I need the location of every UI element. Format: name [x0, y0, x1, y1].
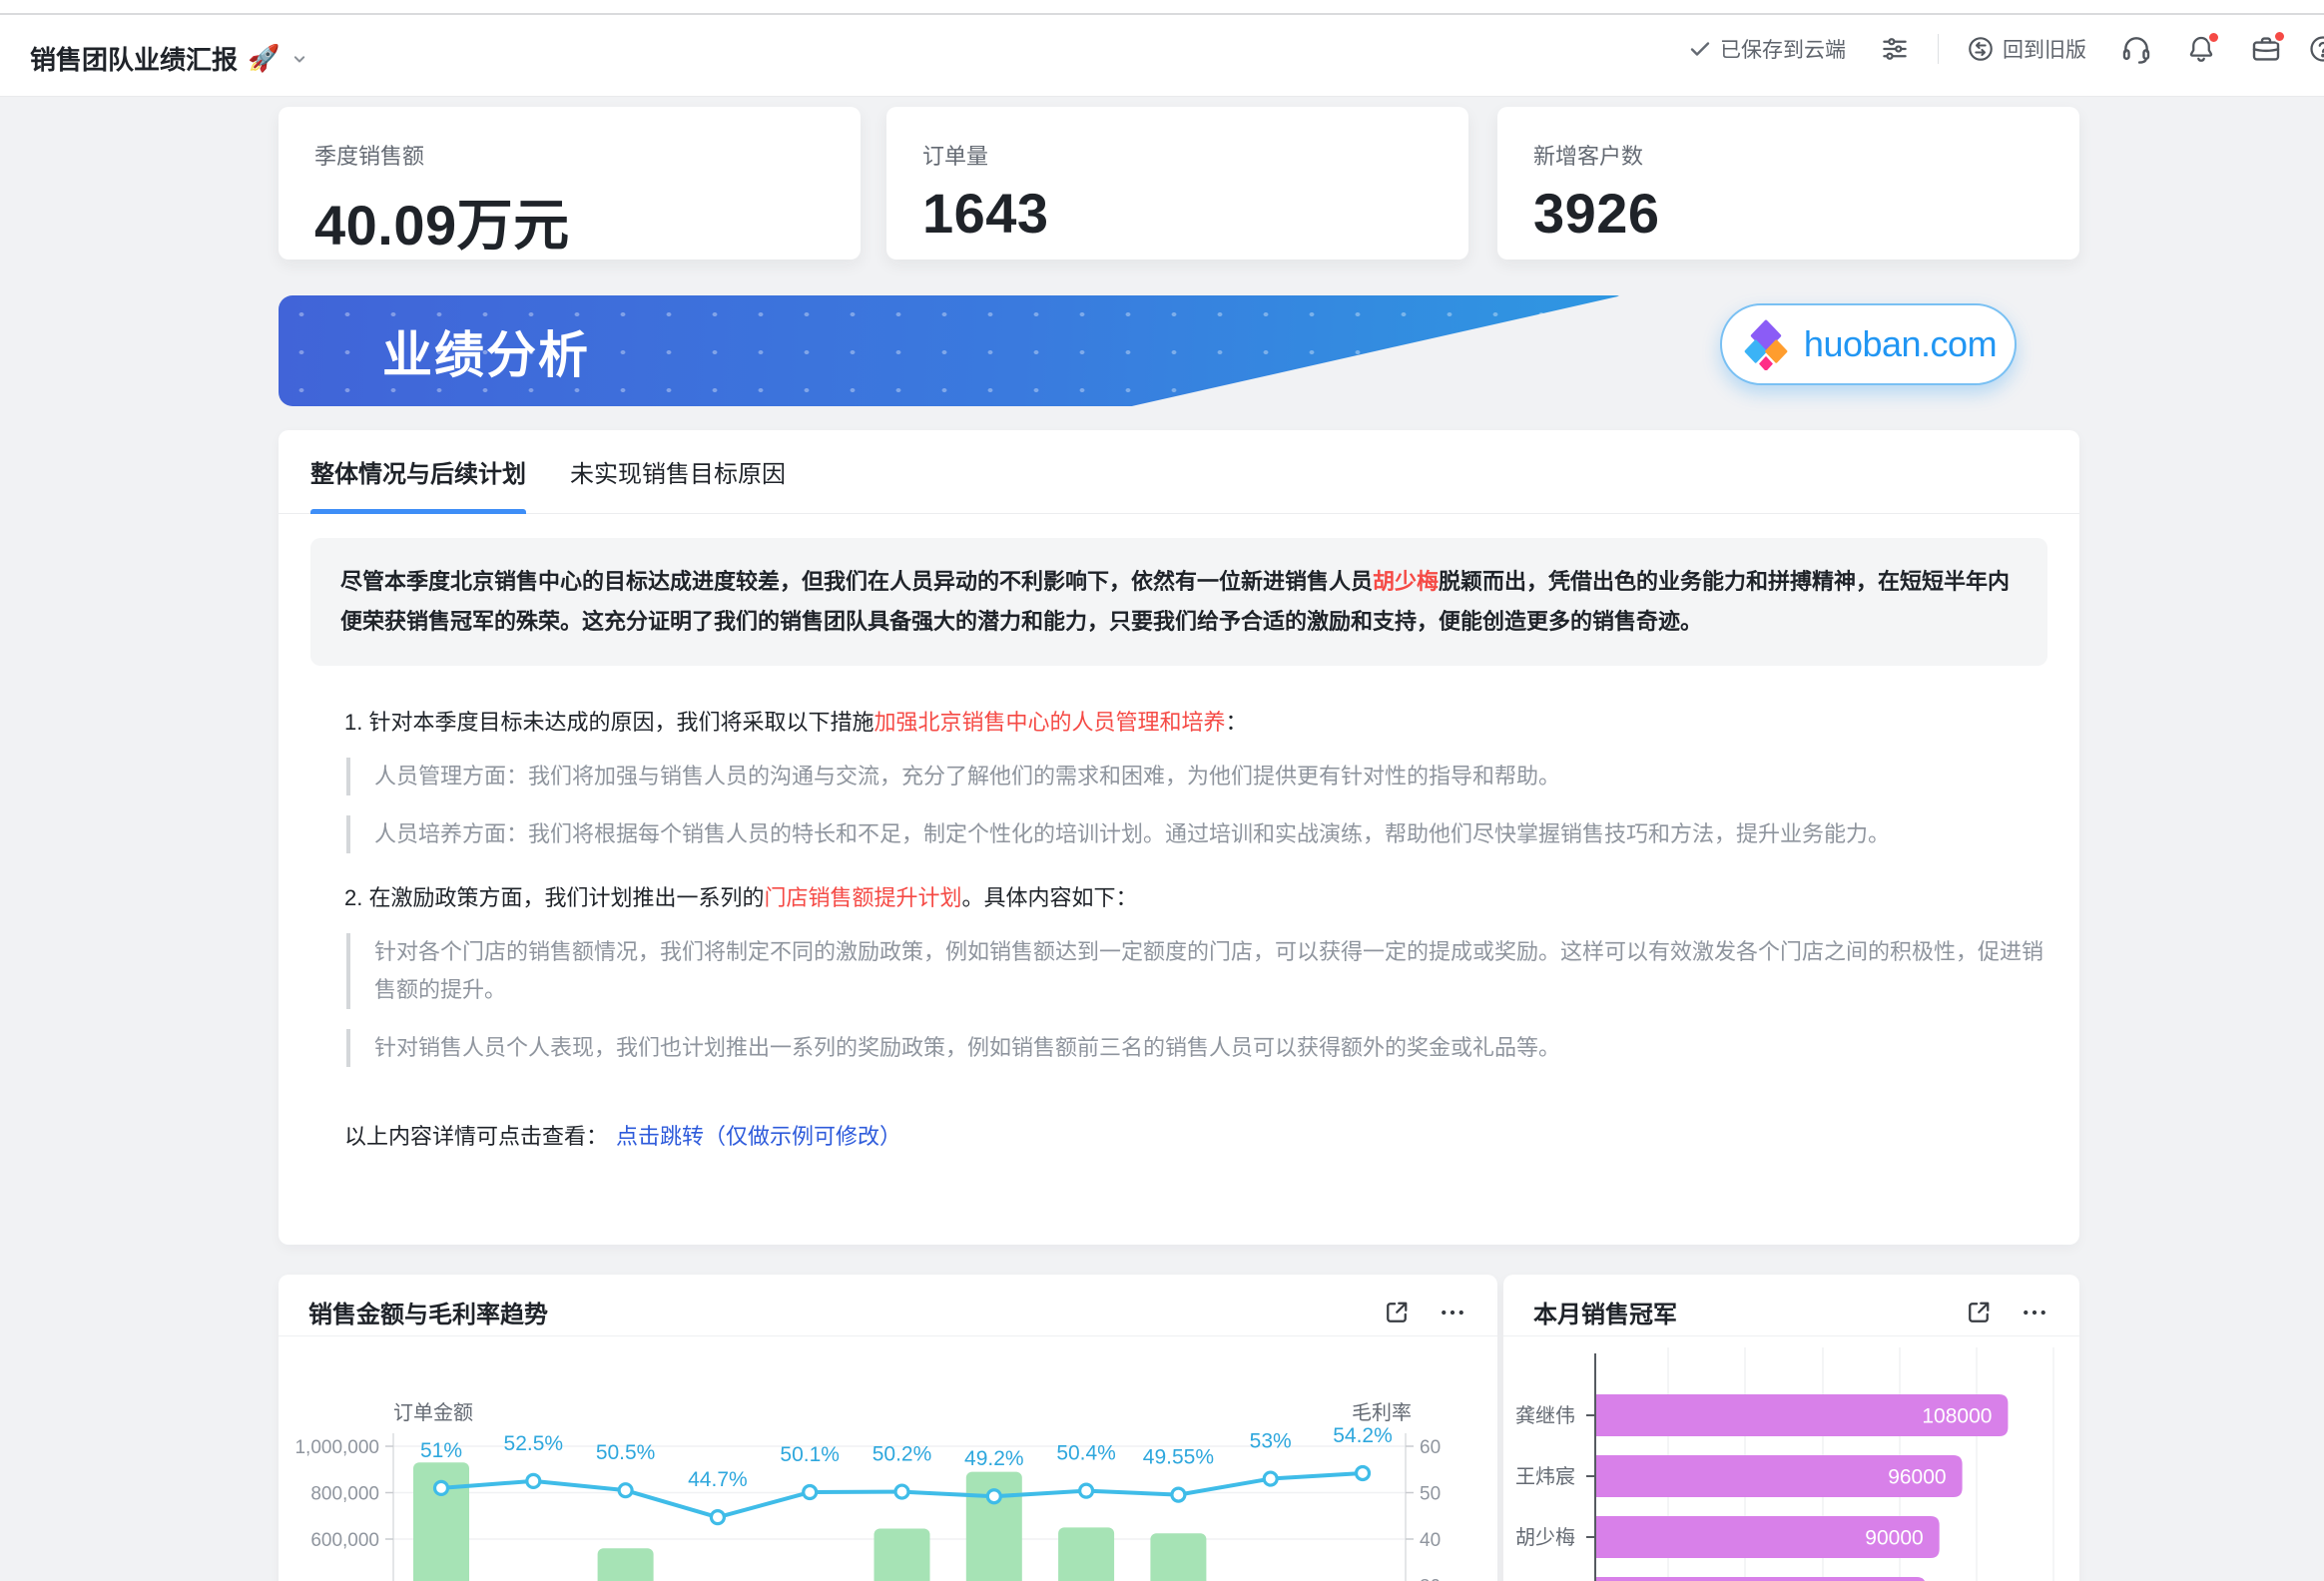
stat-label: 订单量: [922, 139, 1433, 171]
section-banner: 业绩分析: [279, 295, 1622, 406]
list-item-2: 2. 在激励政策方面，我们计划推出一系列的门店销售额提升计划。具体内容如下：: [344, 881, 2047, 915]
svg-text:50.5%: 50.5%: [596, 1441, 656, 1464]
svg-text:53%: 53%: [1250, 1430, 1292, 1453]
quote-block: 人员培养方面：我们将根据每个销售人员的特长和不足，制定个性化的培训计划。通过培训…: [346, 815, 2047, 853]
toolbar-divider: [1938, 34, 1939, 64]
svg-text:52.5%: 52.5%: [504, 1432, 564, 1455]
restore-icon: [1967, 35, 1995, 63]
report-body: 尽管本季度北京销售中心的目标达成进度较差，但我们在人员异动的不利影响下，依然有一…: [279, 514, 2079, 1151]
svg-text:108000: 108000: [1922, 1405, 1992, 1428]
stat-card-new-customers: 新增客户数 3926: [1497, 107, 2079, 260]
intro-text: 尽管本季度北京销售中心的目标达成进度较差，但我们在人员异动的不利影响下，依然有一…: [340, 569, 1373, 594]
banner-title: 业绩分析: [382, 315, 590, 387]
back-to-old-label: 回到旧版: [2003, 34, 2086, 64]
saved-status-label: 已保存到云端: [1720, 34, 1846, 64]
rank-chart-card: 本月销售冠军 龚继伟 108000 王炜宸 96000 胡少梅 90000: [1503, 1275, 2079, 1581]
item2-highlight: 门店销售额提升计划: [764, 885, 961, 910]
huoban-logo-text: huoban.com: [1804, 323, 1997, 365]
topbar: 销售团队业绩汇报 🚀 已保存到云端: [0, 0, 2324, 97]
chart-header: 本月销售冠军: [1503, 1275, 2079, 1336]
svg-text:40: 40: [1420, 1530, 1441, 1551]
svg-text:54.2%: 54.2%: [1333, 1424, 1393, 1447]
tab-label: 未实现销售目标原因: [570, 454, 786, 489]
footer-text: 以上内容详情可点击查看：: [344, 1119, 608, 1151]
trend-chart-plot: 订单金额 毛利率 1,000,000 800,000 600,000 60 50 40 30 51…: [279, 1347, 1497, 1581]
help-icon[interactable]: [2308, 34, 2324, 64]
stat-value: 40.09万元: [314, 181, 825, 262]
trend-chart-card: 销售金额与毛利率趋势 订单金额 毛利率 1,000,000 800,000 600,00…: [279, 1275, 1497, 1581]
svg-text:50.2%: 50.2%: [872, 1443, 932, 1466]
svg-text:50: 50: [1420, 1484, 1441, 1505]
tab-overall-plan[interactable]: 整体情况与后续计划: [310, 430, 526, 514]
more-icon[interactable]: [1438, 1298, 1467, 1327]
measures-list: 1. 针对本季度目标未达成的原因，我们将采取以下措施加强北京销售中心的人员管理和…: [310, 706, 2047, 1151]
svg-text:胡少梅: 胡少梅: [1515, 1526, 1575, 1549]
chevron-down-icon: [290, 49, 309, 69]
svg-text:800,000: 800,000: [310, 1484, 379, 1505]
more-icon[interactable]: [2020, 1298, 2049, 1327]
back-to-old-version-button[interactable]: 回到旧版: [1967, 34, 2086, 64]
rocket-emoji-icon: 🚀: [248, 43, 280, 74]
huoban-logo-badge[interactable]: huoban.com: [1720, 303, 2017, 385]
stat-card-quarter-sales: 季度销售额 40.09万元: [279, 107, 861, 260]
open-in-new-icon[interactable]: [1964, 1298, 1994, 1327]
check-icon: [1688, 37, 1712, 61]
svg-text:50.4%: 50.4%: [1056, 1442, 1116, 1465]
stat-value: 1643: [922, 181, 1433, 246]
stat-label: 季度销售额: [314, 139, 825, 171]
report-title-menu[interactable]: 销售团队业绩汇报 🚀: [30, 40, 309, 77]
tab-missed-target-reasons[interactable]: 未实现销售目标原因: [570, 430, 786, 514]
jump-link[interactable]: 点击跳转（仅做示例可修改）: [616, 1119, 901, 1151]
quote-text: 人员培养方面：我们将根据每个销售人员的特长和不足，制定个性化的培训计划。通过培训…: [374, 821, 1890, 846]
stat-card-orders: 订单量 1643: [886, 107, 1468, 260]
huoban-diamond-logo-icon: [1740, 318, 1792, 370]
notification-badge: [2207, 31, 2220, 44]
rank-chart-plot: 龚继伟 108000 王炜宸 96000 胡少梅 90000: [1503, 1347, 2079, 1581]
stat-label: 新增客户数: [1533, 139, 2043, 171]
list-item-1: 1. 针对本季度目标未达成的原因，我们将采取以下措施加强北京销售中心的人员管理和…: [344, 706, 2047, 740]
filter-settings-icon[interactable]: [1880, 34, 1910, 64]
svg-text:毛利率: 毛利率: [1352, 1401, 1412, 1424]
quote-block: 针对销售人员个人表现，我们也计划推出一系列的奖励政策，例如销售额前三名的销售人员…: [346, 1029, 2047, 1067]
workspace-badge: [2273, 30, 2286, 43]
svg-text:订单金额: 订单金额: [393, 1401, 473, 1424]
active-tab-underline: [310, 509, 526, 514]
quote-block: 针对各个门店的销售额情况，我们将制定不同的激励政策，例如销售额达到一定额度的门店…: [346, 933, 2047, 1009]
tab-label: 整体情况与后续计划: [310, 454, 526, 489]
notifications-bell-icon[interactable]: [2186, 34, 2216, 64]
intro-highlight-box: 尽管本季度北京销售中心的目标达成进度较差，但我们在人员异动的不利影响下，依然有一…: [310, 538, 2047, 666]
svg-text:1,000,000: 1,000,000: [294, 1437, 379, 1458]
page-title: 销售团队业绩汇报: [30, 40, 238, 77]
svg-text:96000: 96000: [1888, 1466, 1946, 1489]
quote-block: 人员管理方面：我们将加强与销售人员的沟通与交流，充分了解他们的需求和困难，为他们…: [346, 758, 2047, 795]
tabs-row: 整体情况与后续计划 未实现销售目标原因: [279, 430, 2079, 514]
support-headset-icon[interactable]: [2120, 33, 2152, 65]
item1-highlight: 加强北京销售中心的人员管理和培养: [873, 710, 1225, 735]
report-footer: 以上内容详情可点击查看： 点击跳转（仅做示例可修改）: [344, 1119, 2047, 1151]
saved-status: 已保存到云端: [1688, 34, 1846, 64]
svg-text:龚继伟: 龚继伟: [1515, 1404, 1575, 1427]
svg-text:49.2%: 49.2%: [964, 1447, 1024, 1470]
svg-text:50.1%: 50.1%: [780, 1443, 840, 1466]
svg-text:44.7%: 44.7%: [688, 1468, 748, 1491]
svg-text:51%: 51%: [420, 1439, 462, 1462]
chart-header: 销售金额与毛利率趋势: [279, 1275, 1497, 1336]
svg-text:49.55%: 49.55%: [1143, 1446, 1214, 1469]
open-in-new-icon[interactable]: [1382, 1298, 1412, 1327]
quote-text: 人员管理方面：我们将加强与销售人员的沟通与交流，充分了解他们的需求和困难，为他们…: [374, 764, 1560, 789]
chart-title: 销售金额与毛利率趋势: [308, 1281, 1382, 1329]
intro-highlight-name: 胡少梅: [1373, 569, 1439, 594]
chart-title: 本月销售冠军: [1533, 1281, 1964, 1329]
svg-text:30: 30: [1420, 1577, 1441, 1581]
svg-text:王炜宸: 王炜宸: [1515, 1465, 1575, 1488]
workspace-briefcase-icon[interactable]: [2250, 33, 2282, 65]
svg-text:60: 60: [1420, 1437, 1441, 1458]
quote-text: 针对销售人员个人表现，我们也计划推出一系列的奖励政策，例如销售额前三名的销售人员…: [374, 1035, 1560, 1060]
svg-text:90000: 90000: [1865, 1527, 1923, 1550]
stat-value: 3926: [1533, 181, 2043, 246]
quote-text: 针对各个门店的销售额情况，我们将制定不同的激励政策，例如销售额达到一定额度的门店…: [374, 939, 2043, 1002]
report-card: 整体情况与后续计划 未实现销售目标原因 尽管本季度北京销售中心的目标达成进度较差…: [279, 430, 2079, 1245]
svg-text:600,000: 600,000: [310, 1530, 379, 1551]
